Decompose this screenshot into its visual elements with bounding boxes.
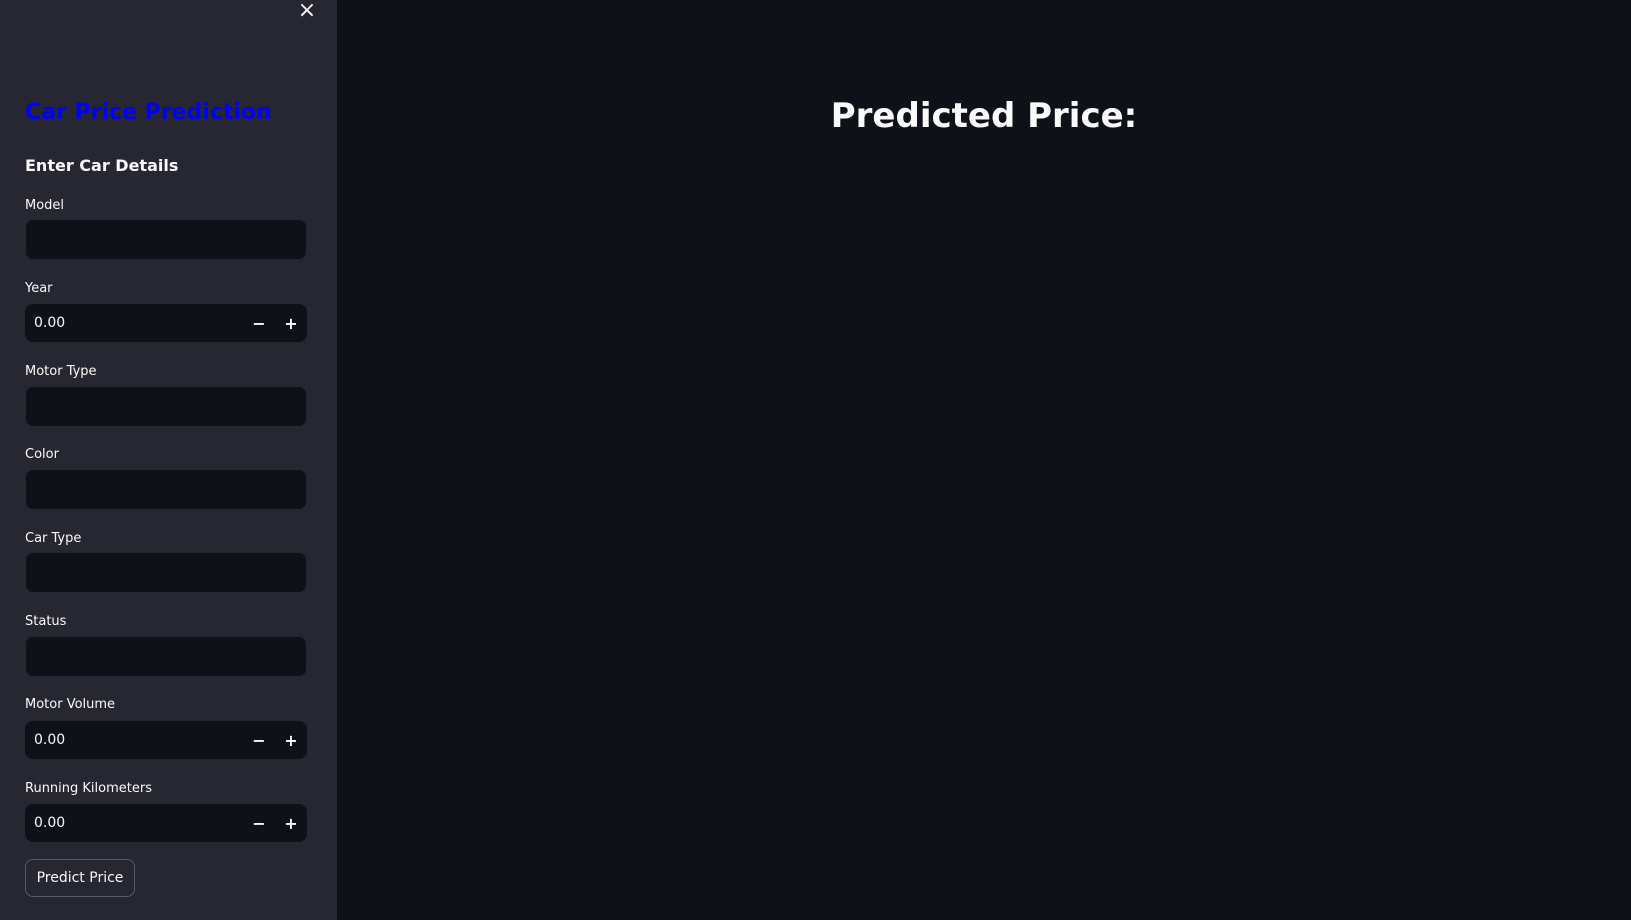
motor-volume-input[interactable] xyxy=(25,731,243,749)
running-km-increment-button[interactable]: + xyxy=(275,804,307,842)
sidebar-subtitle: Enter Car Details xyxy=(25,156,179,175)
main-content: Predicted Price: xyxy=(337,0,1631,920)
model-input[interactable] xyxy=(25,219,307,260)
model-label: Model xyxy=(25,198,65,213)
motor-volume-stepper: − + xyxy=(25,721,307,759)
car-type-label: Car Type xyxy=(25,531,82,546)
year-decrement-button[interactable]: − xyxy=(243,304,275,342)
status-input[interactable] xyxy=(25,636,307,677)
running-km-input[interactable] xyxy=(25,814,243,832)
car-type-input[interactable] xyxy=(25,552,307,593)
sidebar: × Car Price Prediction Enter Car Details… xyxy=(0,0,337,920)
motor-volume-label: Motor Volume xyxy=(25,697,116,712)
motor-volume-increment-button[interactable]: + xyxy=(275,721,307,759)
predict-price-button[interactable]: Predict Price xyxy=(25,859,135,897)
year-stepper: − + xyxy=(25,304,307,342)
predicted-price-heading: Predicted Price: xyxy=(830,96,1138,136)
motor-type-label: Motor Type xyxy=(25,364,97,379)
running-km-label: Running Kilometers xyxy=(25,781,152,796)
year-increment-button[interactable]: + xyxy=(275,304,307,342)
motor-type-input[interactable] xyxy=(25,386,307,427)
color-label: Color xyxy=(25,447,59,462)
year-input[interactable] xyxy=(25,314,243,332)
year-label: Year xyxy=(25,281,53,296)
running-km-decrement-button[interactable]: − xyxy=(243,804,275,842)
sidebar-title: Car Price Prediction xyxy=(25,100,272,125)
color-input[interactable] xyxy=(25,469,307,510)
close-icon[interactable]: × xyxy=(297,0,317,22)
app-root: × Car Price Prediction Enter Car Details… xyxy=(0,0,1631,920)
running-km-stepper: − + xyxy=(25,804,307,842)
motor-volume-decrement-button[interactable]: − xyxy=(243,721,275,759)
status-label: Status xyxy=(25,614,67,629)
